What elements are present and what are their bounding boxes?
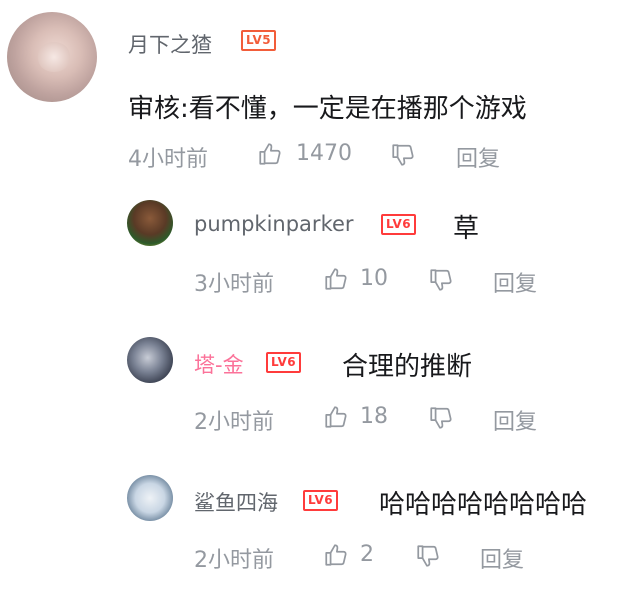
avatar[interactable] (127, 200, 173, 246)
username[interactable]: 鲨鱼四海 (194, 487, 278, 517)
avatar[interactable] (127, 475, 173, 521)
reply-time: 3小时前 (194, 272, 274, 297)
thumbs-down-icon[interactable] (415, 543, 441, 569)
reply-time: 2小时前 (194, 548, 274, 573)
thumbs-up-icon[interactable] (323, 266, 349, 292)
reply-button[interactable]: 回复 (493, 266, 537, 298)
thumbs-up-icon[interactable] (323, 404, 349, 430)
thumbs-up-icon[interactable] (323, 542, 349, 568)
reply-content: 合理的推断 (342, 352, 473, 382)
thumbs-up-icon[interactable] (257, 141, 283, 167)
reply-button[interactable]: 回复 (493, 404, 537, 436)
like-count: 10 (360, 266, 388, 291)
level-badge: LV6 (381, 214, 417, 235)
username[interactable]: 月下之猹 (128, 29, 212, 59)
thumbs-down-icon[interactable] (428, 405, 454, 431)
avatar[interactable] (127, 337, 173, 383)
like-count: 1470 (296, 141, 352, 166)
level-badge: LV6 (303, 490, 339, 511)
reply-button[interactable]: 回复 (480, 542, 524, 574)
reply-content: 草 (453, 214, 480, 244)
thumbs-down-icon[interactable] (428, 267, 454, 293)
thumbs-down-icon[interactable] (390, 142, 416, 168)
reply-time: 2小时前 (194, 410, 274, 435)
like-count: 2 (360, 542, 374, 567)
like-count: 18 (360, 404, 388, 429)
level-badge: LV5 (241, 30, 277, 51)
avatar[interactable] (7, 12, 97, 102)
reply-content: 哈哈哈哈哈哈哈哈 (379, 490, 588, 520)
reply-button[interactable]: 回复 (456, 141, 500, 173)
level-badge: LV6 (266, 352, 302, 373)
username[interactable]: pumpkinparker (194, 212, 354, 236)
username[interactable]: 塔-金 (194, 349, 244, 379)
comment-content: 审核:看不懂，一定是在播那个游戏 (128, 94, 527, 124)
comment-time: 4小时前 (128, 147, 208, 172)
